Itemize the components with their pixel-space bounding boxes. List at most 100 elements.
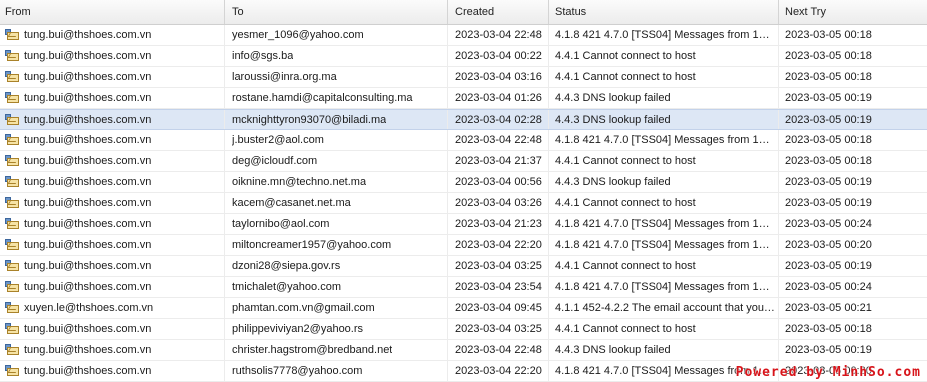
cell-from: tung.bui@thshoes.com.vn [0,46,225,66]
cell-status: 4.1.8 421 4.7.0 [TSS04] Messages from 1… [549,214,779,234]
cell-next-try: 2023-03-05 00:19 [779,110,927,129]
cell-created: 2023-03-04 03:25 [448,319,549,339]
table-row[interactable]: tung.bui@thshoes.com.vn miltoncreamer1957… [0,235,927,256]
cell-status: 4.1.8 421 4.7.0 [TSS04] Messages from 1… [549,25,779,45]
queued-mail-icon [5,218,19,230]
cell-status-text: 4.4.1 Cannot connect to host [555,50,696,62]
cell-from: tung.bui@thshoes.com.vn [0,340,225,360]
cell-next-try: 2023-03-05 00:18 [779,151,927,171]
cell-from-text: tung.bui@thshoes.com.vn [24,29,152,41]
column-header-from[interactable]: From [0,0,225,24]
table-row[interactable]: tung.bui@thshoes.com.vn deg@icloudf.com 20… [0,151,927,172]
cell-next-try-text: 2023-03-05 00:24 [785,218,872,230]
cell-created-text: 2023-03-04 22:20 [455,239,542,251]
table-row[interactable]: tung.bui@thshoes.com.vn info@sgs.ba 2023-0… [0,46,927,67]
table-row[interactable]: tung.bui@thshoes.com.vn dzoni28@siepa.gov… [0,256,927,277]
queued-mail-icon [5,239,19,251]
cell-next-try-text: 2023-03-05 00:18 [785,71,872,83]
cell-created: 2023-03-04 22:48 [448,25,549,45]
queued-mail-icon [5,323,19,335]
queued-mail-icon [5,134,19,146]
cell-to: yesmer_1096@yahoo.com [225,25,448,45]
cell-next-try-text: 2023-03-05 00:19 [785,176,872,188]
table-row[interactable]: tung.bui@thshoes.com.vn taylornibo@aol.co… [0,214,927,235]
column-header-to[interactable]: To [225,0,448,24]
cell-created: 2023-03-04 22:48 [448,340,549,360]
cell-to: mcknighttyron93070@biladi.ma [225,110,448,129]
cell-from: tung.bui@thshoes.com.vn [0,214,225,234]
cell-status-text: 4.4.3 DNS lookup failed [555,92,671,104]
cell-status-text: 4.1.8 421 4.7.0 [TSS04] Messages from 1… [555,281,770,293]
cell-to: deg@icloudf.com [225,151,448,171]
cell-status-text: 4.4.3 DNS lookup failed [555,176,671,188]
cell-to-text: mcknighttyron93070@biladi.ma [232,113,387,126]
queued-mail-icon [5,197,19,209]
queued-mail-icon [5,113,19,126]
cell-status-text: 4.1.1 452-4.2.2 The email account that y… [555,302,775,314]
cell-created-text: 2023-03-04 09:45 [455,302,542,314]
cell-to-text: miltoncreamer1957@yahoo.com [232,239,392,251]
cell-to-text: philippeviviyan2@yahoo.rs [232,323,364,335]
cell-next-try: 2023-03-05 00:19 [779,172,927,192]
cell-status-text: 4.1.8 421 4.7.0 [TSS04] Messages from 1… [555,134,770,146]
cell-created: 2023-03-04 09:45 [448,298,549,318]
table-row[interactable]: tung.bui@thshoes.com.vn j.buster2@aol.com… [0,130,927,151]
cell-next-try-text: 2023-03-05 00:18 [785,323,872,335]
mail-queue-table: From To Created Status Next Try tung.bui… [0,0,927,382]
cell-status: 4.4.1 Cannot connect to host [549,67,779,87]
cell-from-text: tung.bui@thshoes.com.vn [24,323,152,335]
cell-status-text: 4.4.3 DNS lookup failed [555,113,671,126]
cell-to-text: yesmer_1096@yahoo.com [232,29,364,41]
cell-next-try-text: 2023-03-05 00:18 [785,134,872,146]
cell-status-text: 4.4.1 Cannot connect to host [555,155,696,167]
cell-to: tmichalet@yahoo.com [225,277,448,297]
table-row[interactable]: tung.bui@thshoes.com.vn oiknine.mn@techno… [0,172,927,193]
cell-status-text: 4.4.1 Cannot connect to host [555,71,696,83]
cell-from: tung.bui@thshoes.com.vn [0,361,225,381]
cell-created: 2023-03-04 03:16 [448,67,549,87]
cell-from-text: tung.bui@thshoes.com.vn [24,197,152,209]
table-row[interactable]: tung.bui@thshoes.com.vn rostane.hamdi@cap… [0,88,927,109]
table-row[interactable]: tung.bui@thshoes.com.vn kacem@casanet.net… [0,193,927,214]
cell-from: tung.bui@thshoes.com.vn [0,130,225,150]
column-header-created[interactable]: Created [448,0,549,24]
cell-to-text: taylornibo@aol.com [232,218,330,230]
cell-from-text: tung.bui@thshoes.com.vn [24,113,152,126]
cell-created: 2023-03-04 23:54 [448,277,549,297]
cell-status-text: 4.4.3 DNS lookup failed [555,344,671,356]
cell-to-text: rostane.hamdi@capitalconsulting.ma [232,92,413,104]
cell-next-try-text: 2023-03-05 00:20 [785,239,872,251]
cell-created-text: 2023-03-04 03:25 [455,323,542,335]
cell-to-text: laroussi@inra.org.ma [232,71,337,83]
cell-created-text: 2023-03-04 03:25 [455,260,542,272]
cell-created: 2023-03-04 22:20 [448,235,549,255]
cell-status: 4.4.3 DNS lookup failed [549,172,779,192]
table-row[interactable]: tung.bui@thshoes.com.vn philippeviviyan2@… [0,319,927,340]
table-row[interactable]: tung.bui@thshoes.com.vn mcknighttyron9307… [0,109,927,130]
cell-next-try-text: 2023-03-05 00:19 [785,92,872,104]
cell-from-text: tung.bui@thshoes.com.vn [24,92,152,104]
cell-to: j.buster2@aol.com [225,130,448,150]
cell-from: tung.bui@thshoes.com.vn [0,88,225,108]
cell-created: 2023-03-04 00:22 [448,46,549,66]
cell-next-try-text: 2023-03-05 00:19 [785,260,872,272]
cell-from-text: tung.bui@thshoes.com.vn [24,134,152,146]
column-header-status[interactable]: Status [549,0,779,24]
cell-next-try: 2023-03-05 00:24 [779,214,927,234]
cell-to-text: christer.hagstrom@bredband.net [232,344,393,356]
table-header: From To Created Status Next Try [0,0,927,25]
table-row[interactable]: xuyen.le@thshoes.com.vn phamtan.com.vn@gm… [0,298,927,319]
cell-created: 2023-03-04 21:23 [448,214,549,234]
column-header-next-try[interactable]: Next Try [779,0,927,24]
cell-to: rostane.hamdi@capitalconsulting.ma [225,88,448,108]
cell-created: 2023-03-04 00:56 [448,172,549,192]
table-row[interactable]: tung.bui@thshoes.com.vn christer.hagstrom… [0,340,927,361]
cell-from-text: tung.bui@thshoes.com.vn [24,281,152,293]
cell-created-text: 2023-03-04 03:26 [455,197,542,209]
table-row[interactable]: tung.bui@thshoes.com.vn yesmer_1096@yahoo… [0,25,927,46]
cell-from: tung.bui@thshoes.com.vn [0,277,225,297]
table-row[interactable]: tung.bui@thshoes.com.vn tmichalet@yahoo.c… [0,277,927,298]
cell-from: tung.bui@thshoes.com.vn [0,67,225,87]
cell-status: 4.4.1 Cannot connect to host [549,151,779,171]
table-row[interactable]: tung.bui@thshoes.com.vn laroussi@inra.org… [0,67,927,88]
